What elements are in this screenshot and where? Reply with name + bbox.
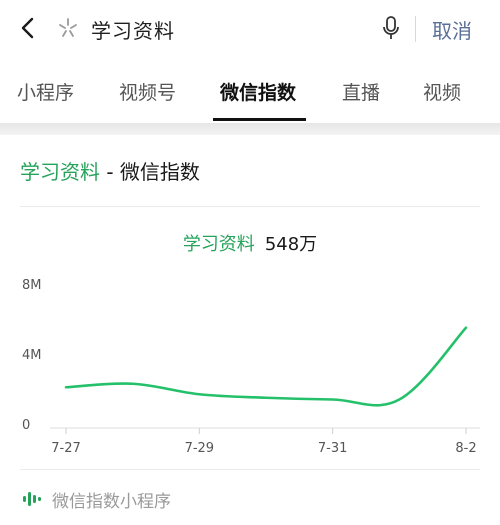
sound-wave-icon: [23, 492, 41, 506]
divider: [20, 206, 480, 207]
microphone-icon[interactable]: [380, 14, 402, 42]
tab-channels[interactable]: 视频号: [119, 78, 176, 105]
tab-mini-program[interactable]: 小程序: [17, 78, 74, 105]
card-title-keyword: 学习资料: [20, 160, 100, 184]
tab-video[interactable]: 视频: [423, 78, 461, 105]
x-tick-label: 7-29: [185, 441, 215, 456]
sparkle-search-icon: [59, 18, 77, 37]
x-tick-label: 8-2: [455, 441, 476, 456]
search-bar: 学习资料 取消: [0, 0, 500, 56]
divider: [20, 469, 480, 470]
active-tab-indicator: [213, 118, 306, 121]
y-axis: 8M 4M 0: [22, 278, 42, 433]
search-input[interactable]: 学习资料: [91, 15, 175, 44]
series-line: [64, 326, 468, 407]
divider: [415, 16, 416, 42]
summary-keyword: 学习资料: [182, 234, 255, 255]
tab-wechat-index[interactable]: 微信指数: [220, 78, 296, 105]
category-tabs: 小程序 视频号 微信指数 直播 视频: [0, 62, 500, 122]
tab-live[interactable]: 直播: [342, 78, 380, 105]
x-tick-label: 7-27: [51, 441, 81, 456]
cancel-button[interactable]: 取消: [432, 15, 472, 44]
x-tick-label: 7-31: [318, 441, 348, 456]
back-arrow-icon[interactable]: [14, 14, 42, 42]
index-summary: 学习资料 548万: [0, 230, 500, 256]
index-line-chart: 8M 4M 0 7-27 7-29 7-31 8-2: [22, 278, 480, 456]
y-tick-label: 8M: [22, 278, 42, 293]
card-title-suffix: - 微信指数: [100, 160, 200, 184]
x-axis: 7-27 7-29 7-31 8-2: [51, 428, 477, 456]
summary-value: 548万: [264, 234, 318, 255]
y-tick-label: 0: [22, 418, 30, 433]
y-tick-label: 4M: [22, 348, 42, 363]
mini-program-label: 微信指数小程序: [52, 492, 171, 512]
section-separator: [0, 123, 500, 135]
card-title: 学习资料 - 微信指数: [20, 156, 200, 185]
